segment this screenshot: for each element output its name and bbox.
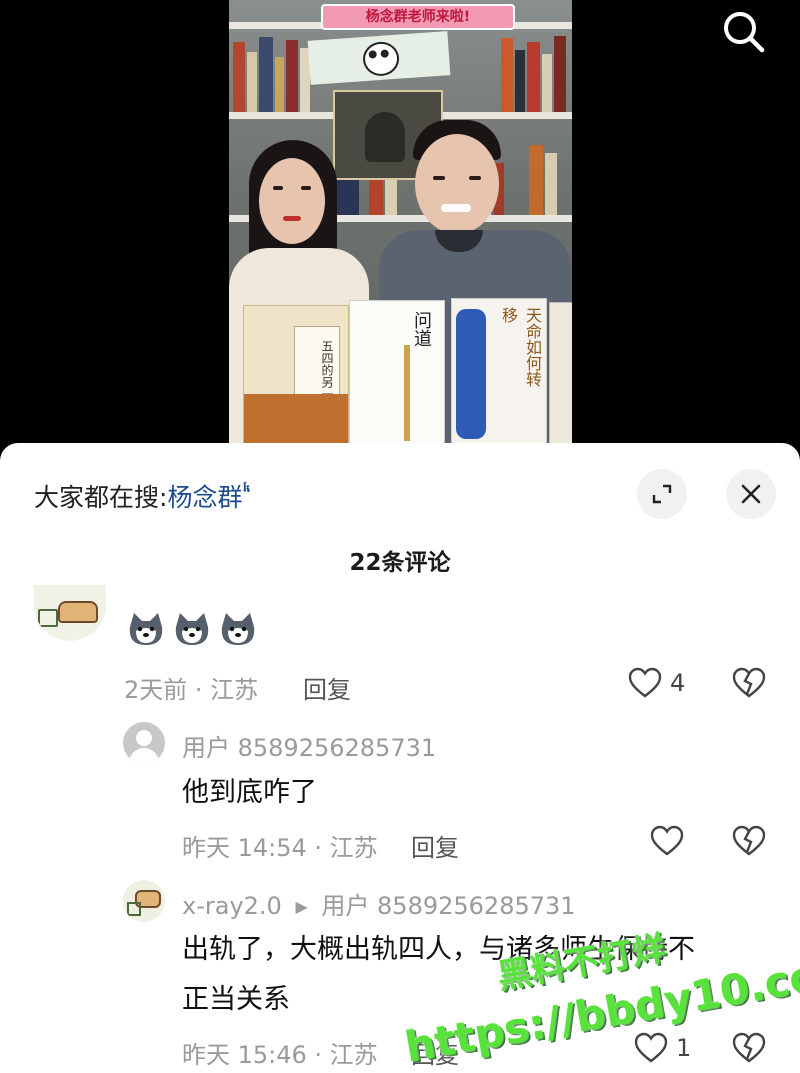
trending-search-keyword[interactable]: 杨念群 bbox=[167, 483, 242, 512]
reply-author[interactable]: x-ray2.0 bbox=[182, 892, 282, 920]
reply-username: x-ray2.0 ▶ 用户 8589256285731 bbox=[182, 886, 576, 921]
reply-text: 他到底咋了 bbox=[182, 777, 317, 808]
broken-heart-icon[interactable] bbox=[732, 1032, 766, 1064]
comment-time-location: 2天前 · 江苏 bbox=[124, 676, 259, 704]
comment-sheet: 大家都在搜:杨念群𝖐 22条评论 2天前 · 江苏 回复 4 用户 858925… bbox=[0, 443, 800, 1073]
books bbox=[499, 29, 572, 112]
broken-heart-icon[interactable] bbox=[732, 667, 766, 699]
video-player[interactable]: 杨念群老师来啦! 五四的另一面 问道 天命如何转移 bbox=[0, 0, 800, 458]
heart-icon bbox=[628, 667, 662, 698]
reply-arrow-icon: ▶ bbox=[295, 897, 308, 916]
search-icon[interactable] bbox=[720, 8, 766, 54]
reply-target[interactable]: 用户 8589256285731 bbox=[321, 892, 575, 920]
avatar[interactable] bbox=[123, 722, 165, 764]
reply-username[interactable]: 用户 8589256285731 bbox=[182, 728, 436, 763]
trending-search-prefix: 大家都在搜: bbox=[34, 483, 168, 512]
trending-search[interactable]: 大家都在搜:杨念群𝖐 bbox=[34, 478, 251, 514]
like-button[interactable] bbox=[650, 825, 692, 857]
book-cover-1: 五四的另一面 bbox=[243, 305, 349, 445]
husky-emoji-icon bbox=[221, 613, 255, 645]
heart-icon bbox=[650, 825, 684, 856]
broken-heart-icon[interactable] bbox=[732, 825, 766, 857]
avatar[interactable] bbox=[123, 880, 165, 922]
husky-emoji-icon bbox=[175, 613, 209, 645]
reply-button[interactable]: 回复 bbox=[411, 828, 459, 863]
reply-button[interactable]: 回复 bbox=[303, 670, 351, 705]
video-banner: 杨念群老师来啦! bbox=[321, 4, 515, 30]
book-cover-2: 问道 bbox=[349, 300, 445, 445]
like-button[interactable]: 4 bbox=[628, 667, 685, 699]
reply-time-location: 昨天 15:46 · 江苏 bbox=[182, 1041, 378, 1069]
book-cover-4 bbox=[549, 302, 572, 445]
reply-time-location: 昨天 14:54 · 江苏 bbox=[182, 834, 378, 862]
expand-button[interactable] bbox=[637, 469, 687, 519]
reply-text-continued: 正当关系 bbox=[182, 984, 290, 1015]
poster bbox=[307, 31, 451, 85]
like-count: 4 bbox=[670, 669, 686, 697]
heart-icon bbox=[634, 1032, 668, 1063]
close-icon bbox=[741, 484, 761, 504]
video-frame: 杨念群老师来啦! 五四的另一面 问道 天命如何转移 bbox=[229, 0, 572, 445]
close-button[interactable] bbox=[726, 469, 776, 519]
comment-count: 22条评论 bbox=[349, 550, 451, 576]
husky-emoji-icon bbox=[129, 613, 163, 645]
like-button[interactable]: 1 bbox=[634, 1032, 691, 1064]
like-count: 1 bbox=[676, 1034, 692, 1062]
book-cover-3: 天命如何转移 bbox=[451, 298, 547, 445]
expand-icon bbox=[652, 484, 672, 504]
search-small-icon: 𝖐 bbox=[242, 478, 251, 496]
avatar[interactable] bbox=[34, 585, 106, 641]
